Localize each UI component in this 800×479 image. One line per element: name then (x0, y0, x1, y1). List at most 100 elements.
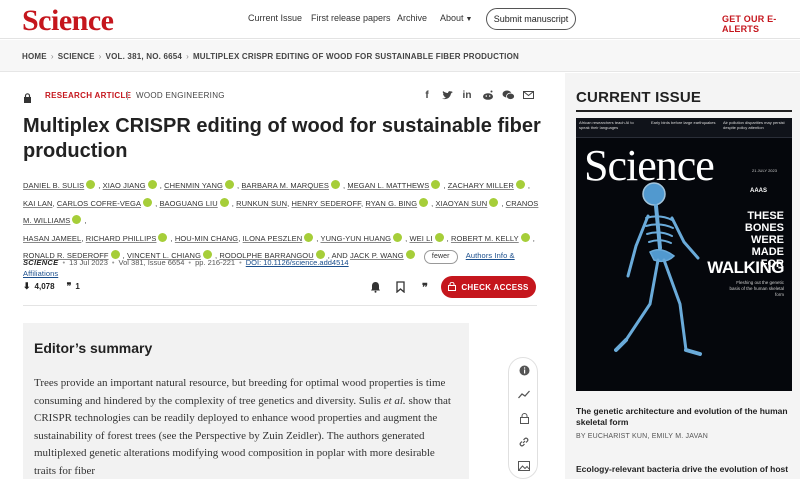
orcid-icon[interactable] (224, 180, 234, 189)
author-link[interactable]: ROBERT M. KELLY (451, 234, 519, 243)
orcid-icon[interactable] (489, 197, 499, 207)
breadcrumb-separator: › (50, 52, 54, 61)
breadcrumb-science[interactable]: SCIENCE (58, 52, 95, 61)
divider (127, 91, 128, 100)
breadcrumb-separator: › (186, 52, 189, 61)
article-metrics: ⬇ 4,078 ❞ 1 (23, 281, 80, 292)
check-access-button[interactable]: CHECK ACCESS (441, 276, 536, 298)
info-icon[interactable] (517, 363, 531, 377)
nav-about-label: About (440, 13, 464, 23)
nav-current-issue[interactable]: Current Issue (248, 13, 302, 23)
fewer-authors-button[interactable]: fewer (423, 250, 458, 264)
sidebar-article-link[interactable]: The genetic architecture and evolution o… (576, 406, 792, 428)
author-link[interactable]: XIAO JIANG (103, 181, 146, 190)
author-link[interactable]: ILONA PESZLEN (243, 234, 303, 243)
pages: pp. 216-221 (195, 258, 236, 267)
editors-summary: Editor’s summary Trees provide an import… (23, 323, 469, 479)
summary-heading: Editor’s summary (34, 340, 153, 356)
doi-link[interactable]: DOI: 10.1126/science.add4514 (246, 258, 349, 267)
breadcrumb-volume[interactable]: VOL. 381, NO. 6654 (106, 52, 183, 61)
orcid-icon[interactable] (158, 232, 168, 242)
orcid-icon[interactable] (143, 197, 153, 207)
orcid-icon[interactable] (405, 250, 415, 259)
author-link[interactable]: XIAOYAN SUN (436, 199, 488, 208)
bookmark-icon[interactable] (393, 280, 407, 294)
article-subject[interactable]: WOOD ENGINEERING (136, 91, 225, 100)
cite-icon[interactable]: ❞ (418, 280, 432, 294)
quote-icon: ❞ (66, 281, 72, 291)
separator: • (62, 258, 66, 267)
author-link[interactable]: HASAN JAMEEL (23, 234, 81, 243)
author-link[interactable]: HENRY SEDEROFF (292, 199, 361, 208)
top-navigation: Science Current Issue First release pape… (0, 0, 800, 39)
author-link[interactable]: CHENMIN YANG (164, 181, 223, 190)
breadcrumb: HOME › SCIENCE › VOL. 381, NO. 6654 › MULTIPLE… (22, 52, 519, 61)
sidebar-article-link[interactable]: Ecology-relevant bacteria drive the evol… (576, 464, 792, 475)
lock-icon[interactable] (517, 411, 531, 425)
metrics-icon[interactable] (517, 387, 531, 401)
author-link[interactable]: RICHARD PHILLIPS (86, 234, 157, 243)
breadcrumb-home[interactable]: HOME (22, 52, 47, 61)
orcid-icon[interactable] (419, 197, 429, 207)
reddit-icon[interactable] (481, 88, 495, 102)
orcid-icon[interactable] (520, 232, 530, 242)
author-link[interactable]: WEI LI (409, 234, 432, 243)
twitter-icon[interactable] (440, 88, 454, 102)
science-logo[interactable]: Science (22, 4, 114, 38)
breadcrumb-bar: HOME › SCIENCE › VOL. 381, NO. 6654 › MULTIPLE… (0, 40, 800, 72)
wechat-icon[interactable] (501, 88, 515, 102)
divider (23, 305, 537, 306)
author-link[interactable]: ZACHARY MILLER (448, 181, 514, 190)
author-link[interactable]: JACK P. WANG (350, 251, 404, 260)
citation-meta: SCIENCE • 13 Jul 2023 • Vol 381, Issue 6654 •… (23, 258, 349, 267)
author-link[interactable]: BARBARA M. MARQUES (241, 181, 329, 190)
orcid-icon[interactable] (147, 180, 157, 189)
orcid-icon[interactable] (330, 180, 340, 189)
floating-toolbar (508, 357, 538, 479)
e-alerts-link[interactable]: GET OUR E-ALERTS (722, 14, 800, 34)
article-type[interactable]: RESEARCH ARTICLE (45, 91, 131, 100)
author-link[interactable]: DANIEL B. SULIS (23, 181, 84, 190)
orcid-icon[interactable] (431, 180, 441, 189)
cover-subline: Fleshing out the genetic basis of the hu… (729, 280, 784, 297)
author-link[interactable]: KAI LAN (23, 199, 52, 208)
author-link[interactable]: BAOGUANG LIU (159, 199, 217, 208)
bell-icon[interactable] (368, 280, 382, 294)
divider (576, 110, 792, 112)
publish-date: 13 Jul 2023 (69, 258, 108, 267)
lock-icon (448, 281, 457, 293)
author-link[interactable]: YUNG-YUN HUANG (321, 234, 392, 243)
author-link[interactable]: CARLOS COFRE-VEGA (57, 199, 141, 208)
summary-text: Trees provide an important natural resou… (34, 375, 458, 479)
linkedin-icon[interactable]: in (460, 88, 474, 102)
volume-issue[interactable]: Vol 381, Issue 6654 (119, 258, 185, 267)
author-link[interactable]: MEGAN L. MATTHEWS (347, 181, 429, 190)
issue-cover[interactable]: African researchers teach AI to speak th… (576, 118, 792, 391)
submit-manuscript-button[interactable]: Submit manuscript (486, 8, 576, 30)
email-icon[interactable] (521, 88, 535, 102)
orcid-icon[interactable] (304, 232, 314, 242)
nav-archive[interactable]: Archive (397, 13, 427, 23)
facebook-icon[interactable]: f (420, 88, 434, 102)
image-icon[interactable] (517, 459, 531, 473)
orcid-icon[interactable] (515, 180, 525, 189)
orcid-icon[interactable] (434, 232, 444, 242)
share-link-icon[interactable] (517, 435, 531, 449)
breadcrumb-separator: › (98, 52, 102, 61)
download-count[interactable]: 4,078 (35, 282, 55, 291)
citation-count[interactable]: 1 (75, 282, 79, 291)
journal-name: SCIENCE (23, 258, 59, 267)
nav-first-release[interactable]: First release papers (311, 13, 391, 23)
nav-about[interactable]: About ▼ (440, 13, 472, 23)
orcid-icon[interactable] (219, 197, 229, 207)
author-link[interactable]: RYAN G. BING (365, 199, 417, 208)
orcid-icon[interactable] (72, 215, 82, 224)
orcid-icon[interactable] (393, 232, 403, 242)
separator: • (111, 258, 115, 267)
breadcrumb-current: MULTIPLEX CRISPR EDITING OF WOOD FOR SUS… (192, 52, 519, 61)
current-issue-heading: CURRENT ISSUE (576, 89, 702, 106)
author-link[interactable]: HOU-MIN CHANG (175, 234, 238, 243)
cover-headline-main: WALKING (707, 258, 784, 277)
orcid-icon[interactable] (86, 180, 96, 189)
author-link[interactable]: RUNKUN SUN (236, 199, 287, 208)
